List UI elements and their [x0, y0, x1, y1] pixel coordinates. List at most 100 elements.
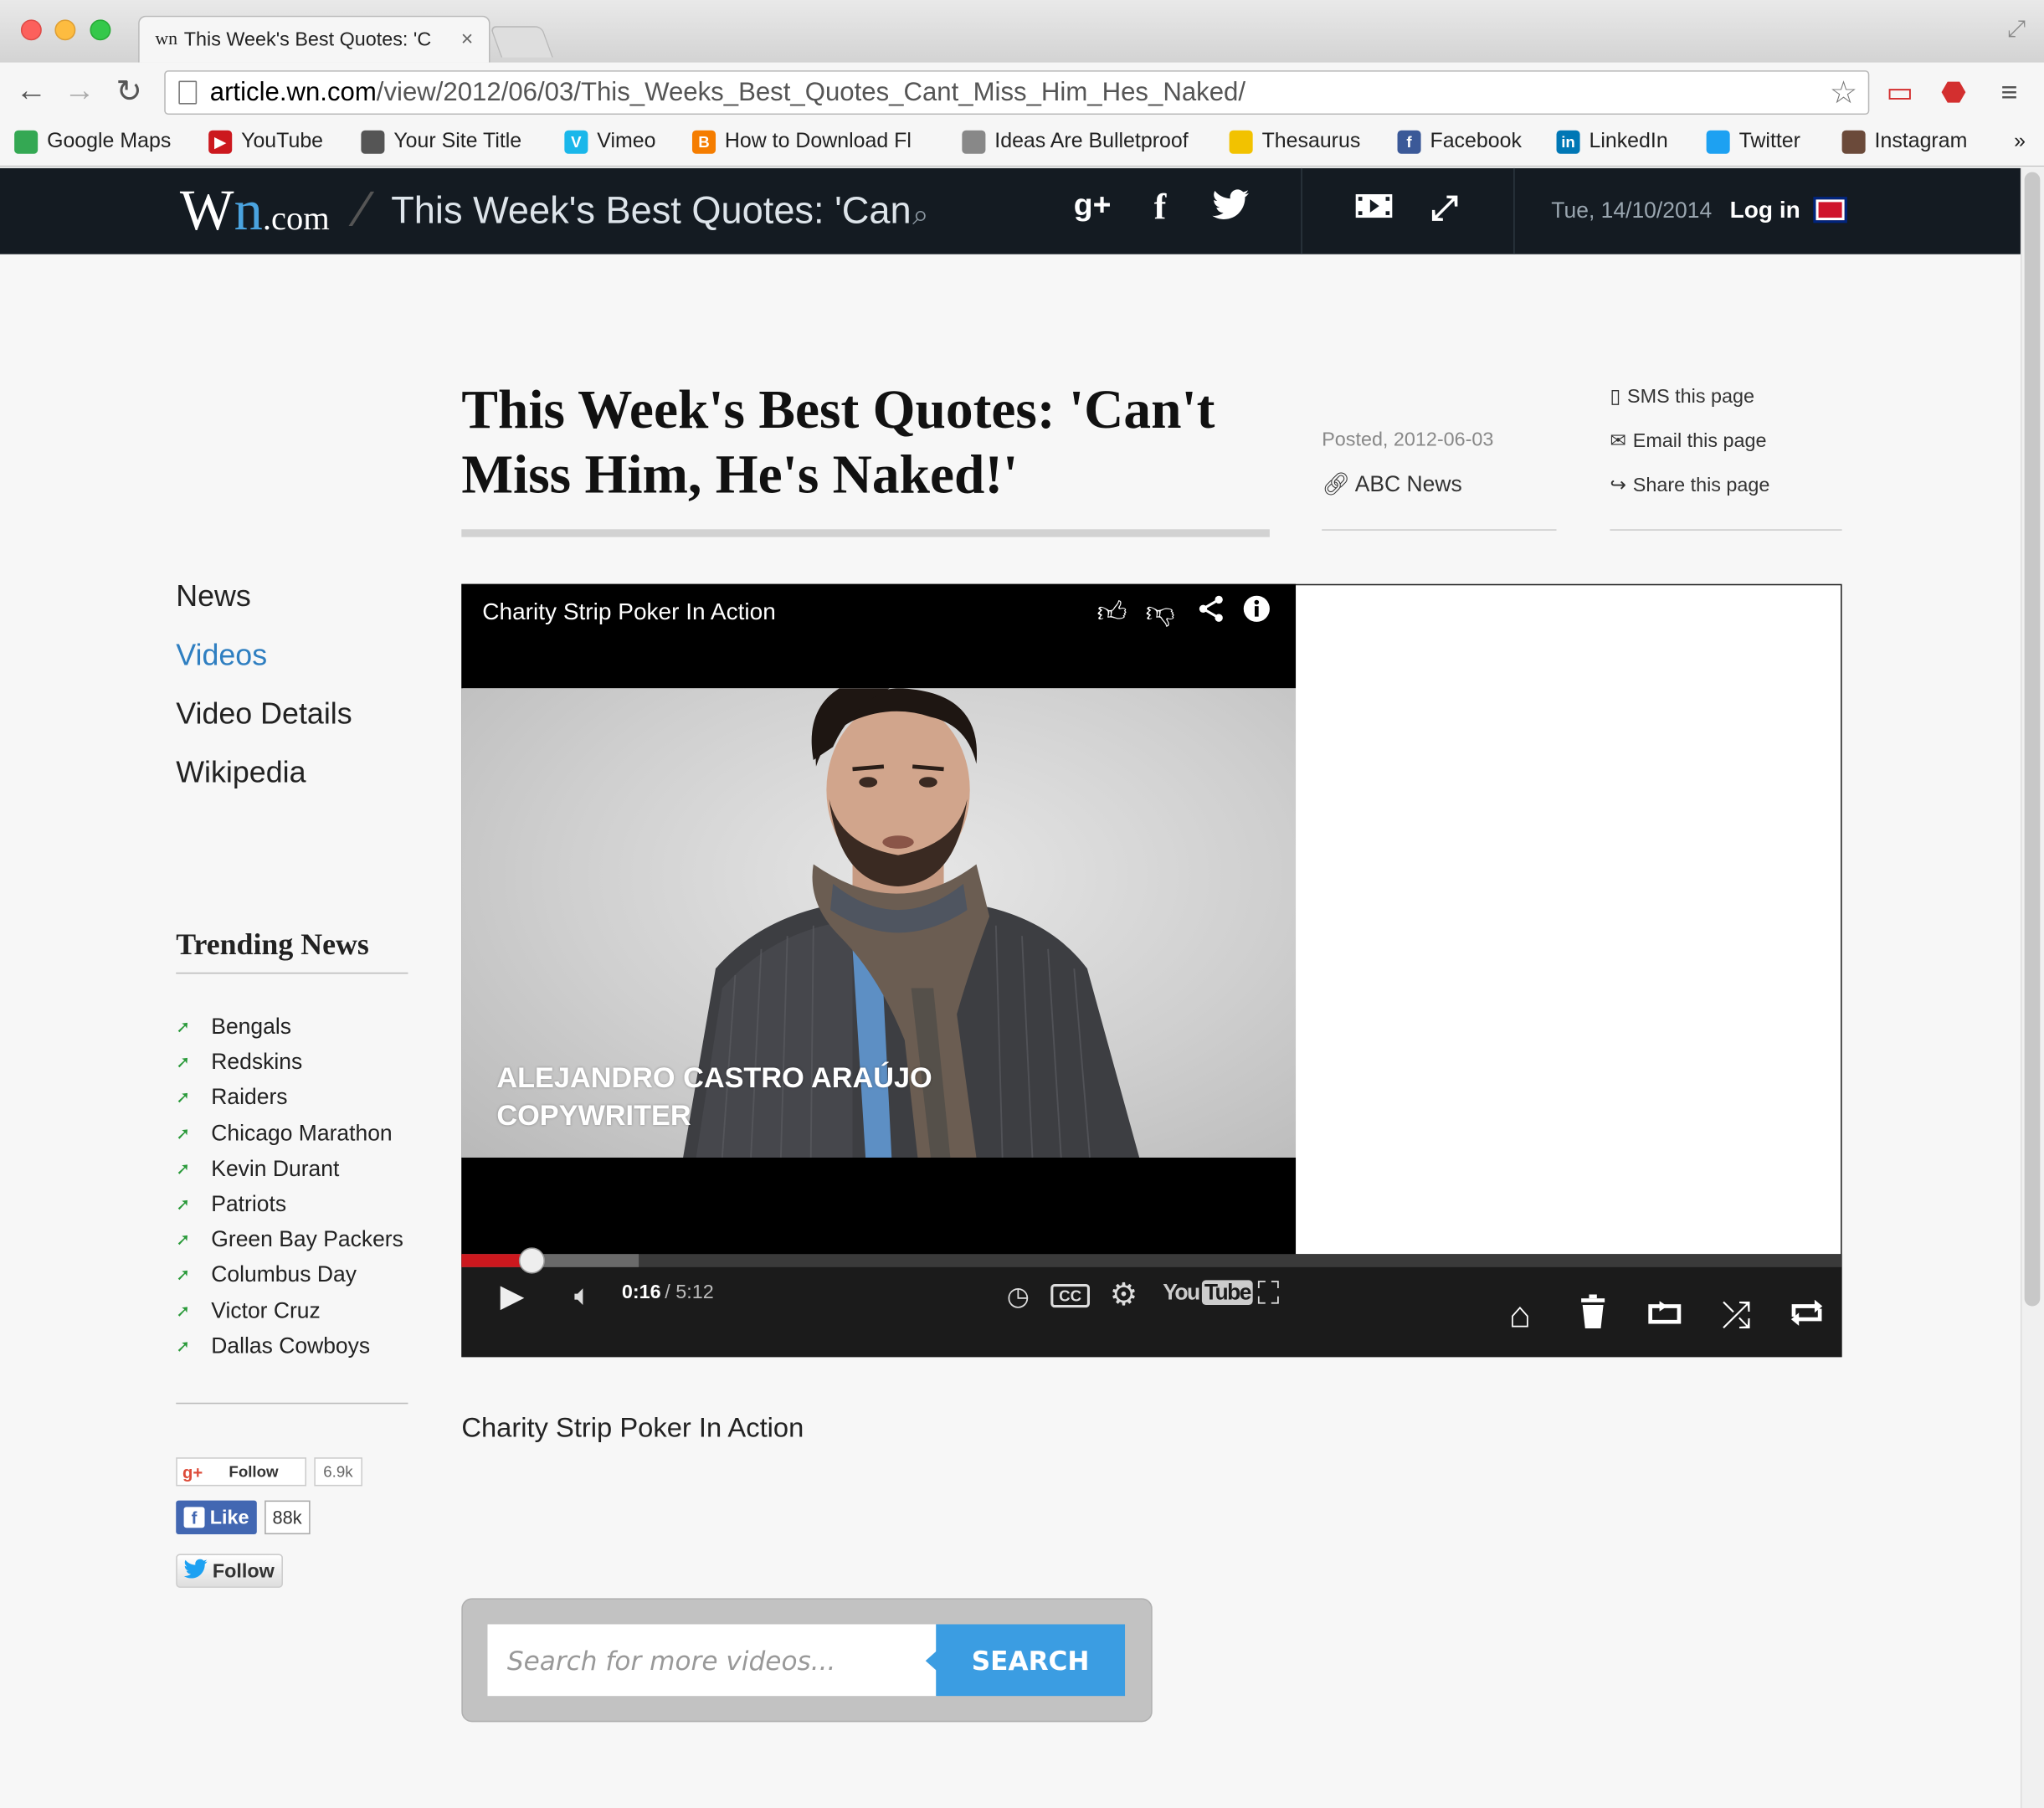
bookmark-item[interactable]: B How to Download Fl [691, 128, 912, 157]
trending-item[interactable]: ➚ Green Bay Packers [176, 1227, 403, 1253]
sidebar-nav-item[interactable]: Videos [176, 638, 267, 673]
google-plus-follow-button[interactable]: g+ Follow [176, 1457, 306, 1487]
trend-arrow-icon: ➚ [176, 1052, 191, 1072]
shuffle-icon[interactable]: ⤮ [1713, 1294, 1759, 1337]
tab-active[interactable]: wn This Week's Best Quotes: 'C × [138, 15, 490, 63]
thumbs-up-icon[interactable]: 👍︎ [1094, 594, 1131, 629]
back-arrow-icon[interactable]: ← [12, 73, 51, 110]
video-caption: Charity Strip Poker In Action [461, 1413, 804, 1444]
page-icon [178, 80, 198, 105]
trending-item-label: Dallas Cowboys [211, 1333, 371, 1359]
tab-close-icon[interactable]: × [461, 28, 474, 51]
progress-bar[interactable] [461, 1254, 1842, 1267]
bookmark-item[interactable]: Google Maps [14, 128, 171, 157]
bookmarks-overflow-button[interactable]: » [2014, 128, 2026, 157]
zoom-window-button[interactable] [90, 19, 111, 41]
uk-flag-icon[interactable] [1813, 197, 1847, 223]
trending-item-label: Raiders [211, 1085, 288, 1110]
url-domain: article.wn.com [209, 77, 377, 106]
thumbs-down-icon[interactable]: 👎︎ [1142, 594, 1179, 629]
forward-arrow-icon[interactable]: → [60, 73, 100, 110]
bookmark-item[interactable]: Your Site Title [361, 128, 521, 157]
address-bar[interactable]: article.wn.com /view/2012/06/03/This_Wee… [164, 70, 1870, 116]
bookmark-item[interactable]: f Facebook [1397, 128, 1522, 157]
video-mode-icon[interactable] [1350, 187, 1397, 229]
bookmark-item[interactable]: Ideas Are Bulletproof [962, 128, 1189, 157]
volume-icon[interactable]: 🔈︎ [563, 1279, 603, 1312]
trending-item[interactable]: ➚ Victor Cruz [176, 1298, 321, 1324]
lower-third-role: COPYWRITER [496, 1098, 691, 1132]
twitter-icon[interactable] [1207, 187, 1254, 229]
trending-item-label: Green Bay Packers [211, 1226, 403, 1252]
trending-item[interactable]: ➚ Chicago Marathon [176, 1121, 392, 1147]
play-icon[interactable]: ▶ [493, 1277, 532, 1315]
yt-tube: Tube [1201, 1280, 1254, 1305]
trending-item-label: Kevin Durant [211, 1156, 340, 1181]
bookmark-label: Ideas Are Bulletproof [994, 130, 1189, 153]
sidebar-nav-item[interactable]: Video Details [176, 696, 352, 732]
bookmark-favicon-icon [1706, 130, 1730, 154]
fullscreen-toggle-icon[interactable]: ⤢ [2007, 16, 2026, 44]
captions-icon[interactable]: CC [1050, 1284, 1090, 1308]
fullscreen-icon[interactable]: ⛶ [1249, 1276, 1288, 1313]
trend-arrow-icon: ➚ [176, 1194, 191, 1214]
bookmark-label: YouTube [241, 130, 324, 153]
cast-icon[interactable]: ▭ [1887, 75, 1913, 109]
expand-icon[interactable]: ⤢ [1421, 187, 1468, 229]
share-link[interactable]: ✉ Email this page [1610, 429, 1766, 452]
share-arrow-icon[interactable] [1193, 594, 1230, 631]
video-search-input[interactable] [487, 1624, 937, 1697]
sidebar-nav-item[interactable]: Wikipedia [176, 755, 306, 790]
settings-gear-icon[interactable]: ⚙ [1104, 1276, 1143, 1314]
bookmark-item[interactable]: Twitter [1706, 128, 1800, 157]
trending-item[interactable]: ➚ Redskins [176, 1050, 302, 1076]
facebook-icon[interactable]: f [1137, 187, 1184, 229]
trending-item[interactable]: ➚ Patriots [176, 1191, 286, 1217]
bookmark-favicon-icon: V [564, 130, 588, 154]
bookmark-item[interactable]: ▶ YouTube [208, 128, 323, 157]
bookmark-star-icon[interactable]: ☆ [1830, 74, 1858, 111]
playlist-home-icon[interactable]: ⌂ [1497, 1294, 1543, 1336]
share-link[interactable]: ↪ Share this page [1610, 473, 1769, 496]
minimize-window-button[interactable] [54, 19, 76, 41]
google-plus-icon[interactable]: g+ [1069, 187, 1116, 224]
trending-item[interactable]: ➚ Columbus Day [176, 1262, 357, 1288]
header-search-icon[interactable]: ⌕ [912, 198, 928, 232]
menu-icon[interactable]: ≡ [2001, 75, 2018, 109]
trending-item[interactable]: ➚ Bengals [176, 1014, 291, 1040]
bookmark-favicon-icon [1841, 130, 1866, 154]
trending-item[interactable]: ➚ Dallas Cowboys [176, 1333, 370, 1359]
trending-news-heading: Trending News [176, 927, 369, 961]
scrollbar-thumb[interactable] [2024, 172, 2041, 1307]
bookmark-item[interactable]: V Vimeo [564, 128, 655, 157]
trash-icon[interactable] [1569, 1294, 1616, 1337]
trending-divider [176, 972, 408, 974]
info-icon[interactable] [1239, 594, 1276, 631]
reload-icon[interactable]: ↻ [110, 73, 149, 110]
trending-item[interactable]: ➚ Raiders [176, 1085, 287, 1111]
bookmark-item[interactable]: Instagram [1841, 128, 1967, 157]
extension-stop-icon[interactable]: ⬣ [1941, 75, 1966, 109]
bookmark-favicon-icon: in [1556, 130, 1580, 154]
new-tab-button[interactable] [490, 26, 553, 58]
watch-later-icon[interactable]: ◷ [1000, 1280, 1037, 1312]
youtube-logo-icon[interactable]: You Tube [1160, 1280, 1254, 1306]
twitter-follow-button[interactable]: Follow [176, 1554, 283, 1588]
share-link[interactable]: ▯ SMS this page [1610, 384, 1754, 408]
facebook-like-button[interactable]: f Like [176, 1500, 257, 1535]
repeat-icon[interactable] [1784, 1294, 1831, 1336]
trend-arrow-icon: ➚ [176, 1122, 191, 1143]
playlist-loop-icon[interactable] [1641, 1294, 1688, 1336]
wn-logo[interactable]: Wn.com [180, 175, 330, 256]
source-link[interactable]: 🔗︎ ABC News [1322, 472, 1462, 498]
header-date: Tue, 14/10/2014 [1551, 198, 1713, 223]
bookmark-item[interactable]: Thesaurus [1229, 128, 1360, 157]
bookmark-item[interactable]: in LinkedIn [1556, 128, 1668, 157]
search-button[interactable]: SEARCH [936, 1624, 1126, 1697]
trending-item[interactable]: ➚ Kevin Durant [176, 1156, 339, 1182]
login-link[interactable]: Log in [1730, 197, 1800, 224]
progress-scrubber[interactable] [518, 1247, 545, 1274]
video-title[interactable]: Charity Strip Poker In Action [482, 598, 776, 626]
close-window-button[interactable] [20, 19, 42, 41]
sidebar-nav-item[interactable]: News [176, 578, 251, 614]
